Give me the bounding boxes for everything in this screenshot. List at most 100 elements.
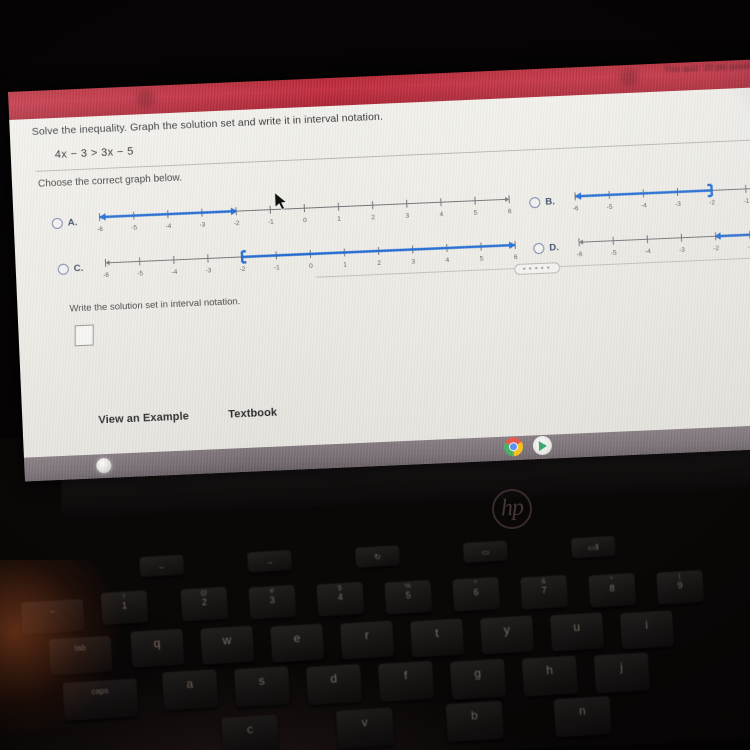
key-b[interactable]: b	[445, 700, 504, 743]
choice-label-b: B.	[545, 196, 556, 208]
tick-label: -4	[171, 269, 177, 276]
key-q[interactable]: q	[130, 628, 185, 668]
quiz-content-area: Solve the inequality. Graph the solution…	[9, 86, 750, 482]
divider	[35, 139, 750, 172]
key-[interactable]: →	[247, 549, 293, 573]
radio-button-d[interactable]	[533, 242, 545, 255]
tick-label: -5	[137, 270, 143, 277]
tick-label: -5	[611, 250, 617, 257]
key-w[interactable]: w	[200, 625, 255, 666]
key-j[interactable]: j	[593, 652, 650, 694]
key-t[interactable]: t	[410, 618, 465, 658]
chrome-icon[interactable]	[503, 436, 524, 457]
key-d[interactable]: d	[305, 663, 363, 705]
tick-label: 0	[303, 217, 307, 224]
tick-label: 3	[411, 258, 415, 265]
key-u[interactable]: u	[549, 612, 605, 652]
choice-option-c[interactable]: C.	[57, 262, 84, 275]
choice-label-c: C.	[73, 262, 84, 275]
key-3[interactable]: #3	[248, 584, 297, 620]
tick-label: -1	[743, 198, 749, 205]
more-dot	[523, 267, 526, 270]
tick-label: 4	[445, 257, 449, 264]
key-v[interactable]: v	[335, 707, 395, 749]
launcher-icon[interactable]	[96, 457, 112, 474]
question-expression: 4x − 3 > 3x − 5	[54, 145, 135, 162]
key-2[interactable]: @2	[180, 586, 229, 622]
key-caps[interactable]: caps	[62, 678, 139, 721]
more-dot	[541, 266, 544, 269]
key-7[interactable]: & 7	[520, 574, 569, 610]
tick-label: -4	[165, 223, 171, 230]
more-dot	[547, 266, 550, 269]
tick-label: -6	[577, 251, 583, 258]
radio-button-b[interactable]	[529, 196, 541, 209]
number-line-a[interactable]: -6 -5 -4 -3 -2 -1 0 1 2 3 4 5 6	[89, 188, 520, 237]
tick-label: -1	[274, 264, 280, 271]
key-c[interactable]: c	[221, 714, 280, 750]
key-e[interactable]: e	[270, 623, 325, 663]
key-i[interactable]: i	[619, 610, 675, 650]
key-f[interactable]: f	[377, 660, 435, 703]
key-1[interactable]: ! 1	[100, 590, 149, 625]
tick-label: -5	[607, 204, 613, 211]
taskbar-app-icons	[503, 435, 553, 457]
key-a[interactable]: a	[162, 669, 219, 711]
key-[interactable]: ↻	[354, 545, 401, 568]
interval-notation-prompt: Write the solution set in interval notat…	[69, 296, 241, 315]
tick-label: -3	[205, 267, 211, 274]
tick-label: -2	[234, 220, 240, 227]
radio-button-a[interactable]	[51, 217, 64, 230]
laptop-screen: This quiz: 20 pts possible Solve the ine…	[8, 58, 750, 482]
choice-option-a[interactable]: A.	[51, 217, 78, 230]
tick-label: -6	[97, 226, 103, 233]
number-line: -6-5-4-3-2-10123456	[97, 195, 512, 233]
choice-option-d[interactable]: D.	[533, 242, 560, 255]
number-line-d[interactable]: -6-5-4-3-2-10123456	[569, 213, 750, 262]
key-6[interactable]: ^ 6	[452, 577, 501, 613]
tick-label: -2	[240, 266, 246, 273]
tick-label: 6	[514, 254, 518, 261]
interval-notation-input[interactable]	[74, 324, 94, 347]
key-n[interactable]: n	[553, 696, 612, 738]
tick-label: -2	[713, 245, 719, 252]
number-line-c[interactable]: -6 -5 -4 -3 -2 -1 0 1 2 3 4 5 6	[95, 234, 526, 283]
key-g[interactable]: g	[449, 658, 507, 700]
tick-label: 1	[343, 261, 347, 268]
tick-label: -1	[268, 219, 274, 226]
choice-option-b[interactable]: B.	[529, 196, 556, 209]
key-s[interactable]: s	[234, 666, 291, 708]
more-dot	[535, 267, 538, 270]
tick-label: 5	[480, 255, 484, 262]
view-an-example-button[interactable]: View an Example	[98, 410, 189, 426]
choose-graph-instruction: Choose the correct graph below.	[37, 172, 183, 190]
key-[interactable]: ←	[139, 554, 185, 578]
choice-label-d: D.	[549, 242, 560, 254]
tick-label: -3	[675, 201, 681, 208]
tick-label: -4	[645, 248, 651, 255]
key-y[interactable]: y	[480, 615, 535, 655]
play-store-icon[interactable]	[532, 435, 553, 456]
number-line-b[interactable]: -6-5-4-3-2-10123456	[565, 167, 750, 216]
key-8[interactable]: * 8	[588, 572, 637, 608]
textbook-button[interactable]: Textbook	[228, 407, 277, 421]
photo-of-laptop-screen: hp ← → ↻ ▭ ▭‖ @2 #3 $4% 5 ^ 6 & 7 * 8(9! 1 ~ q w e r t y u i tab a…	[0, 0, 750, 750]
laptop-keyboard[interactable]: ← → ↻ ▭ ▭‖ @2 #3 $4 % 5 ^ 6 & 7 * 8 (9 ! 1 ~ q w e r t y u i tab a s d f…	[0, 535, 750, 750]
number-line: -6-5-4-3-2-10123456	[577, 223, 750, 258]
key-4[interactable]: $4	[316, 581, 365, 617]
key-r[interactable]: r	[340, 620, 395, 660]
key-[interactable]: ▭‖	[570, 535, 616, 559]
key-tab[interactable]: tab	[48, 635, 113, 676]
more-options-button[interactable]	[513, 262, 561, 276]
key-h[interactable]: h	[521, 655, 579, 697]
key-9[interactable]: (9	[656, 570, 705, 605]
radio-button-c[interactable]	[57, 263, 70, 275]
tick-label: 5	[474, 210, 478, 217]
number-line: -6-5-4-3-2-10123456	[103, 241, 518, 279]
key-[interactable]: ~	[20, 598, 85, 635]
key-5[interactable]: % 5	[384, 579, 433, 615]
tick-label: 1	[337, 216, 341, 223]
more-dot	[529, 267, 532, 270]
tick-label: -6	[573, 205, 579, 212]
key-[interactable]: ▭	[462, 540, 509, 564]
